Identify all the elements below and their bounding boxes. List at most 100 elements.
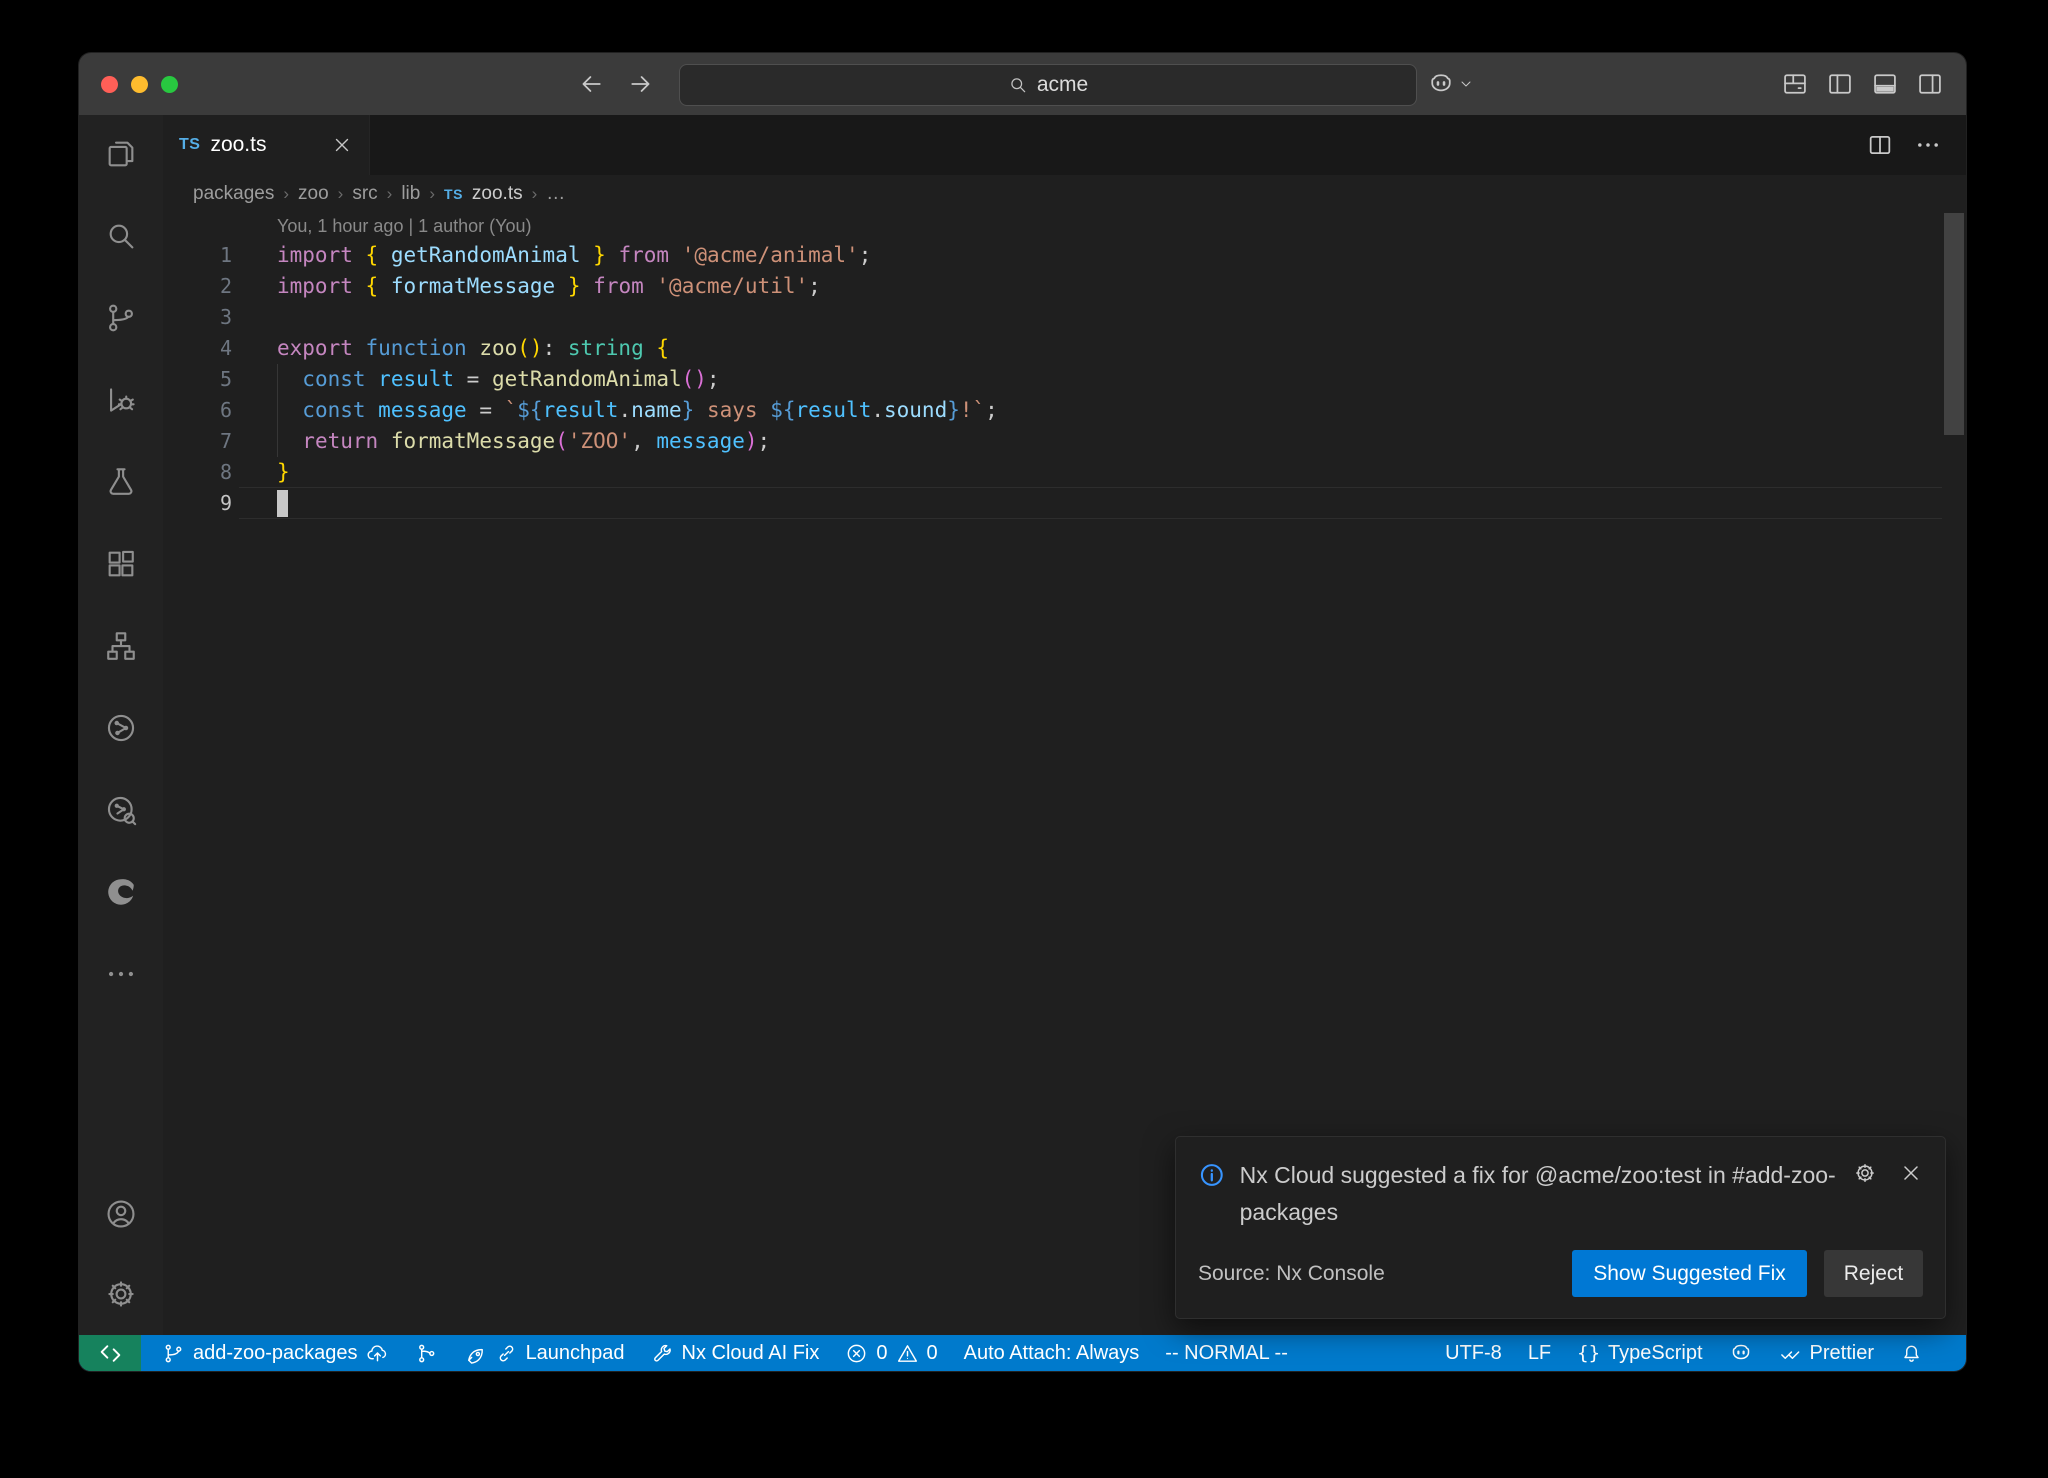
code-token: import <box>277 243 353 267</box>
more-actions-icon[interactable] <box>1914 131 1942 159</box>
code-line[interactable]: 2import { formatMessage } from '@acme/ut… <box>163 271 1966 302</box>
toggle-panel-icon[interactable] <box>1871 70 1899 98</box>
forward-icon[interactable] <box>627 70 655 98</box>
close-window-button[interactable] <box>101 76 118 93</box>
breadcrumb-overflow[interactable]: … <box>546 183 565 205</box>
tab-zoo-ts[interactable]: TS zoo.ts <box>163 115 370 175</box>
editor-scrollbar[interactable] <box>1944 213 1964 435</box>
breadcrumb-file[interactable]: zoo.ts <box>472 183 523 205</box>
remote-indicator[interactable] <box>79 1335 141 1371</box>
back-icon[interactable] <box>577 70 605 98</box>
vim-mode-item[interactable]: -- NORMAL -- <box>1152 1335 1301 1371</box>
desktop: { "colors": { "statusbar": "#007acc", "r… <box>0 0 2048 1478</box>
breadcrumb-separator: › <box>532 184 538 204</box>
line-number[interactable]: 8 <box>163 457 232 488</box>
breadcrumb-item[interactable]: packages <box>193 183 274 205</box>
nx-cloud-ai-fix-item[interactable]: Nx Cloud AI Fix <box>638 1335 833 1371</box>
code-line[interactable]: 5 const result = getRandomAnimal(); <box>163 364 1966 395</box>
eol-item[interactable]: LF <box>1515 1335 1564 1371</box>
bell-icon <box>1900 1342 1923 1365</box>
split-editor-icon[interactable] <box>1866 131 1894 159</box>
formatter-item[interactable]: Prettier <box>1766 1335 1887 1371</box>
launchpad-label: Launchpad <box>526 1342 625 1365</box>
show-suggested-fix-button[interactable]: Show Suggested Fix <box>1572 1250 1807 1297</box>
tab-close-icon[interactable] <box>331 134 353 156</box>
problems-item[interactable]: 0 0 <box>832 1335 950 1371</box>
activity-item-testing[interactable] <box>104 465 138 499</box>
source-control-graph-item[interactable] <box>402 1335 451 1371</box>
code-token: { <box>366 243 379 267</box>
zoom-window-button[interactable] <box>161 76 178 93</box>
branch-item[interactable]: add-zoo-packages <box>149 1335 402 1371</box>
tab-label: zoo.ts <box>210 133 266 157</box>
code-token: getRandomAnimal <box>391 243 581 267</box>
activity-item-accounts[interactable] <box>104 1197 138 1231</box>
reject-button[interactable]: Reject <box>1824 1250 1923 1297</box>
code-token: says <box>694 398 770 422</box>
copilot-menu-button[interactable] <box>1427 53 1474 115</box>
code-token: !` <box>960 398 985 422</box>
code-token: } <box>682 398 695 422</box>
code-token: string <box>568 336 644 360</box>
activity-item-additional-views[interactable] <box>104 957 138 991</box>
code-token <box>277 429 302 453</box>
code-line[interactable]: 3 <box>163 302 1966 333</box>
breadcrumb-item[interactable]: src <box>352 183 377 205</box>
line-number[interactable]: 3 <box>163 302 232 333</box>
activity-item-source-control[interactable] <box>104 301 138 335</box>
line-number[interactable]: 6 <box>163 395 232 426</box>
code-token: zoo <box>479 336 517 360</box>
activity-item-edge-browser[interactable] <box>104 875 138 909</box>
notification-settings-icon[interactable] <box>1853 1161 1877 1185</box>
line-number[interactable]: 9 <box>163 488 232 519</box>
breadcrumb-item[interactable]: zoo <box>298 183 329 205</box>
code-token: return <box>302 429 378 453</box>
auto-attach-item[interactable]: Auto Attach: Always <box>951 1335 1153 1371</box>
minimize-window-button[interactable] <box>131 76 148 93</box>
activity-item-nx-project-graph[interactable] <box>104 711 138 745</box>
activity-item-nx-console[interactable] <box>104 629 138 663</box>
line-number[interactable]: 2 <box>163 271 232 302</box>
toggle-secondary-sidebar-icon[interactable] <box>1916 70 1944 98</box>
indent-guide <box>277 364 278 457</box>
git-blame-lens[interactable]: You, 1 hour ago | 1 author (You) <box>277 213 1966 240</box>
command-center-search[interactable]: acme <box>679 64 1417 106</box>
encoding-item[interactable]: UTF-8 <box>1432 1335 1515 1371</box>
activity-item-nx-cloud-agents[interactable] <box>104 793 138 827</box>
git-graph-icon <box>415 1342 438 1365</box>
breadcrumb: packages›zoo›src›lib›TSzoo.ts›… <box>163 175 1966 213</box>
notification-close-icon[interactable] <box>1899 1161 1923 1185</box>
breadcrumb-item[interactable]: lib <box>401 183 420 205</box>
code-token <box>366 367 379 391</box>
line-number[interactable]: 5 <box>163 364 232 395</box>
activity-item-search[interactable] <box>104 219 138 253</box>
copilot-status-item[interactable] <box>1716 1335 1766 1371</box>
customize-layout-icon[interactable] <box>1781 70 1809 98</box>
code-token: = <box>454 367 492 391</box>
error-icon <box>845 1342 868 1365</box>
chevron-down-icon <box>1458 76 1474 92</box>
code-line[interactable]: 8} <box>163 457 1966 488</box>
line-number[interactable]: 1 <box>163 240 232 271</box>
notifications-bell-item[interactable] <box>1887 1335 1936 1371</box>
code-token: const <box>302 367 365 391</box>
info-icon <box>1198 1161 1226 1189</box>
code-token: { <box>366 274 379 298</box>
line-number[interactable]: 4 <box>163 333 232 364</box>
launchpad-item[interactable]: Launchpad <box>451 1335 638 1371</box>
code-line[interactable]: 7 return formatMessage('ZOO', message); <box>163 426 1966 457</box>
code-line[interactable]: 9 <box>163 488 1966 519</box>
language-item[interactable]: {} TypeScript <box>1564 1335 1715 1371</box>
toggle-primary-sidebar-icon[interactable] <box>1826 70 1854 98</box>
auto-attach-label: Auto Attach: Always <box>964 1342 1140 1365</box>
activity-item-explorer[interactable] <box>104 137 138 171</box>
editor-cursor <box>277 490 288 517</box>
activity-item-settings[interactable] <box>104 1277 138 1311</box>
code-line[interactable]: 6 const message = `${result.name} says $… <box>163 395 1966 426</box>
code-token: { <box>656 336 669 360</box>
line-number[interactable]: 7 <box>163 426 232 457</box>
code-line[interactable]: 4export function zoo(): string { <box>163 333 1966 364</box>
activity-item-extensions[interactable] <box>104 547 138 581</box>
code-line[interactable]: 1import { getRandomAnimal } from '@acme/… <box>163 240 1966 271</box>
activity-item-run-debug[interactable] <box>104 383 138 417</box>
